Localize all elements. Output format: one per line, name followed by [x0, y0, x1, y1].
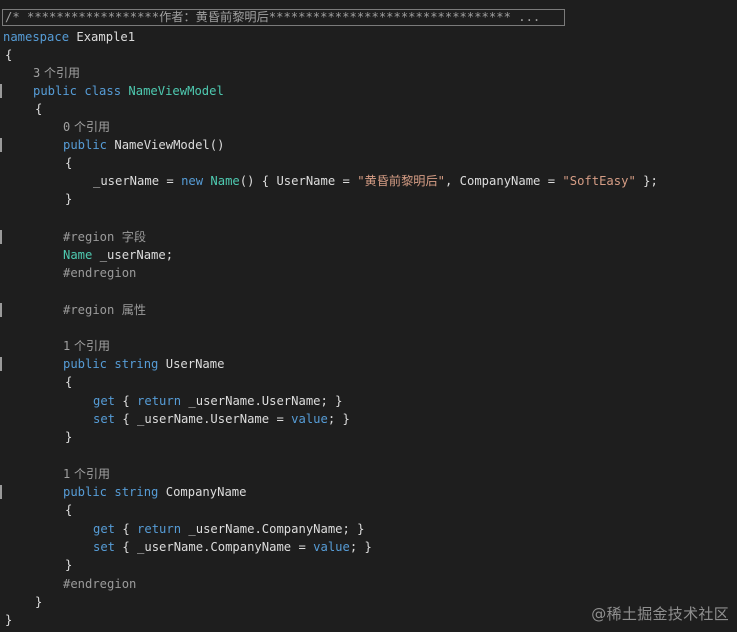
code-line-property-username: public string UserName — [63, 355, 224, 373]
brace: } — [65, 558, 73, 572]
reference-label: 个引用 — [70, 120, 111, 134]
keyword: value — [313, 540, 350, 554]
code-line-brace: } — [65, 428, 72, 446]
code-line-brace: { — [65, 373, 72, 391]
code-line-brace: { — [5, 46, 12, 64]
code-line-constructor: public NameViewModel() — [63, 136, 224, 154]
reference-label: 个引用 — [70, 467, 111, 481]
keyword: public — [63, 357, 108, 371]
keyword: value — [291, 412, 328, 426]
gutter-collapse-marker[interactable] — [0, 138, 2, 152]
codelens-references[interactable]: 1 个引用 — [63, 465, 110, 483]
gutter-collapse-marker[interactable] — [0, 485, 2, 499]
keyword: string — [114, 357, 159, 371]
setter-body: { _userName.CompanyName = — [115, 540, 314, 554]
property-name: CompanyName — [158, 485, 247, 499]
codelens-references[interactable]: 0 个引用 — [63, 118, 110, 136]
keyword: public — [63, 138, 108, 152]
code-line-brace: { — [65, 501, 72, 519]
brace: { — [5, 48, 13, 62]
type-name: Name — [210, 174, 240, 188]
brace: { — [65, 503, 73, 517]
code-editor[interactable]: /* ******************作者：黄昏前黎明后**********… — [0, 0, 737, 632]
keyword: new — [181, 174, 204, 188]
setter-tail: ; } — [327, 412, 350, 426]
initializer-open: () { UserName = — [239, 174, 358, 188]
gutter-collapse-marker[interactable] — [0, 357, 2, 371]
code-line-setter: set { _userName.CompanyName = value; } — [93, 538, 372, 556]
code-line-brace: { — [35, 100, 42, 118]
code-line-brace: } — [5, 611, 12, 629]
code-line-brace: } — [35, 593, 42, 611]
code-line-brace: { — [65, 154, 72, 172]
code-line-endregion: #endregion — [63, 575, 136, 593]
region-directive: #region 属性 — [63, 303, 147, 317]
endregion-directive: #endregion — [63, 577, 137, 591]
brace: } — [65, 192, 73, 206]
codelens-references[interactable]: 1 个引用 — [63, 337, 110, 355]
keyword: return — [137, 394, 182, 408]
code-line-endregion: #endregion — [63, 264, 136, 282]
code-line-region-fields: #region 字段 — [63, 228, 146, 246]
keyword: public — [63, 485, 108, 499]
reference-label: 个引用 — [40, 66, 81, 80]
namespace-name: Example1 — [69, 30, 136, 44]
code-line-brace: } — [65, 556, 72, 574]
property-name: UserName — [158, 357, 225, 371]
setter-tail: ; } — [349, 540, 372, 554]
brace: } — [5, 613, 13, 627]
string-literal: "SoftEasy" — [562, 174, 636, 188]
keyword: public — [33, 84, 78, 98]
code-line-getter: get { return _userName.CompanyName; } — [93, 522, 365, 536]
gutter-collapse-marker[interactable] — [0, 230, 2, 244]
collapsed-comment-region[interactable]: /* ******************作者：黄昏前黎明后**********… — [2, 9, 565, 26]
class-name: NameViewModel — [128, 84, 224, 98]
constructor-name: NameViewModel() — [114, 138, 225, 152]
brace: { — [65, 156, 73, 170]
assign-target: _userName = — [93, 174, 182, 188]
keyword: set — [93, 540, 116, 554]
getter-body: _userName.CompanyName; } — [181, 522, 365, 536]
code-line-getter: get { return _userName.UserName; } — [93, 394, 343, 408]
brace: } — [35, 595, 43, 609]
keyword: string — [114, 485, 159, 499]
getter-body: _userName.UserName; } — [181, 394, 343, 408]
code-line-initializer: _userName = new Name() { UserName = "黄昏前… — [93, 172, 658, 190]
code-line-property-company: public string CompanyName — [63, 483, 246, 501]
field-name: _userName; — [92, 248, 174, 262]
keyword: get — [93, 522, 116, 536]
code-line-region-props: #region 属性 — [63, 301, 146, 319]
initializer-mid: , CompanyName = — [445, 174, 563, 188]
string-literal: "黄昏前黎明后" — [357, 174, 445, 188]
code-line-field: Name _userName; — [63, 246, 173, 264]
keyword: return — [137, 522, 182, 536]
codelens-references[interactable]: 3 个引用 — [33, 64, 80, 82]
keyword: class — [84, 84, 122, 98]
initializer-close: }; — [635, 174, 658, 188]
code-line-namespace: namespace Example1 — [3, 28, 135, 46]
gutter-collapse-marker[interactable] — [0, 303, 2, 317]
endregion-directive: #endregion — [63, 266, 137, 280]
brace: } — [65, 430, 73, 444]
setter-body: { _userName.UserName = — [115, 412, 292, 426]
watermark: @稀土掘金技术社区 — [591, 605, 729, 623]
reference-label: 个引用 — [70, 339, 111, 353]
keyword: set — [93, 412, 116, 426]
keyword: namespace — [3, 30, 70, 44]
region-directive: #region 字段 — [63, 230, 147, 244]
code-line-setter: set { _userName.UserName = value; } — [93, 410, 350, 428]
keyword: get — [93, 394, 116, 408]
brace: { — [65, 375, 73, 389]
type-name: Name — [63, 248, 93, 262]
brace: { — [35, 102, 43, 116]
code-line-brace: } — [65, 190, 72, 208]
gutter-collapse-marker[interactable] — [0, 84, 2, 98]
code-line-class: public class NameViewModel — [33, 82, 224, 100]
